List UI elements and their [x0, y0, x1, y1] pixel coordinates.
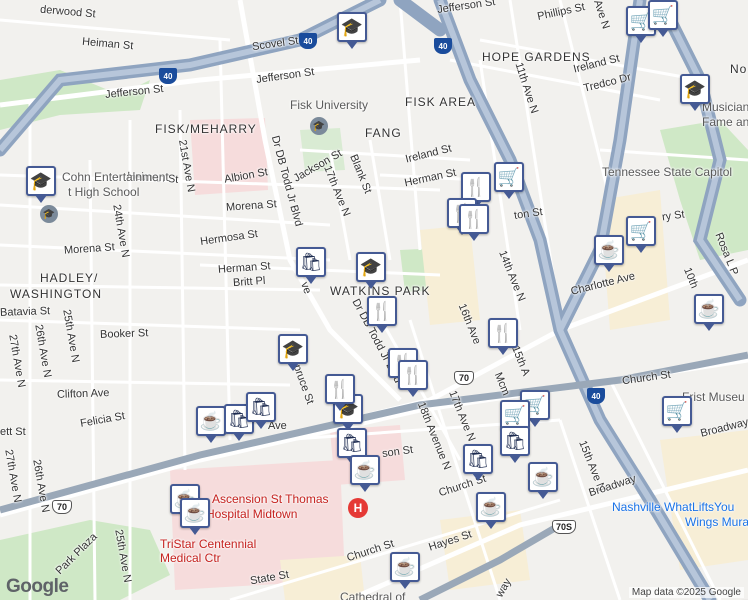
- shopping-marker-icon[interactable]: 🛍: [337, 428, 367, 465]
- poi-label-tristar-2[interactable]: Medical Ctr: [160, 551, 221, 565]
- shopping-marker-icon[interactable]: 🛍: [463, 444, 493, 481]
- interstate-shield: 40: [587, 388, 605, 404]
- grocery-marker-icon[interactable]: 🛒: [494, 162, 524, 199]
- poi-label-cathedral[interactable]: Cathedral of: [340, 590, 405, 600]
- hospital-icon[interactable]: H: [348, 498, 368, 518]
- cafe-marker-icon[interactable]: ☕: [594, 235, 624, 272]
- area-label-fang: FANG: [365, 126, 402, 140]
- restaurant-marker-icon[interactable]: 🍴: [367, 296, 397, 333]
- cafe-marker-icon[interactable]: ☕: [196, 406, 226, 443]
- poi-label-ascension-2[interactable]: Hospital Midtown: [206, 507, 297, 521]
- grocery-marker-icon[interactable]: 🛒: [648, 0, 678, 37]
- street-label: Clifton Ave: [56, 387, 110, 401]
- university-icon[interactable]: 🎓: [40, 205, 58, 223]
- school-marker-icon[interactable]: 🎓: [337, 12, 367, 49]
- poi-label-cohn-high-school[interactable]: t High School: [68, 185, 139, 199]
- school-marker-icon[interactable]: 🎓: [356, 252, 386, 289]
- interstate-shield: 40: [434, 38, 452, 54]
- poi-label-ascension[interactable]: Ascension St Thomas: [212, 492, 329, 506]
- area-label-fisk-meharry: FISK/MEHARRY: [155, 122, 257, 136]
- interstate-shield: 40: [159, 68, 177, 84]
- grocery-marker-icon[interactable]: 🛒: [662, 396, 692, 433]
- street-label: ett St: [0, 426, 26, 438]
- shopping-marker-icon[interactable]: 🛍: [246, 392, 276, 429]
- poi-label-fame[interactable]: Fame and M: [702, 115, 748, 129]
- shopping-marker-icon[interactable]: 🛍: [500, 426, 530, 463]
- map-canvas[interactable]: HOPE GARDENS FISK AREA FANG FISK/MEHARRY…: [0, 0, 748, 600]
- area-label-hadley: HADLEY/: [40, 271, 99, 285]
- map-attribution[interactable]: Map data ©2025 Google: [628, 587, 744, 598]
- street-label: Booker St: [99, 327, 149, 341]
- restaurant-marker-icon[interactable]: 🍴: [325, 374, 355, 411]
- cafe-marker-icon[interactable]: ☕: [350, 455, 380, 492]
- area-label-washington: WASHINGTON: [10, 287, 103, 301]
- university-icon[interactable]: 🎓: [310, 117, 328, 135]
- restaurant-marker-icon[interactable]: 🍴: [488, 318, 518, 355]
- school-marker-icon[interactable]: 🎓: [680, 74, 710, 111]
- school-marker-icon[interactable]: 🎓: [26, 166, 56, 203]
- us-route-shield: 70S: [552, 520, 576, 534]
- interstate-shield: 40: [299, 33, 317, 49]
- shopping-marker-icon[interactable]: 🛍: [296, 247, 326, 284]
- area-label-north: No: [730, 62, 748, 76]
- poi-label-tristar[interactable]: TriStar Centennial: [160, 537, 256, 551]
- poi-label-fisk-university[interactable]: Fisk University: [290, 98, 368, 112]
- area-label-fisk-area: FISK AREA: [405, 95, 477, 109]
- cafe-marker-icon[interactable]: ☕: [180, 498, 210, 535]
- google-logo: Google: [6, 576, 69, 597]
- street-label: Britt Pl: [232, 274, 266, 290]
- area-label-hope-gardens: HOPE GARDENS: [482, 50, 591, 64]
- street-label: Batavia St: [0, 305, 51, 319]
- poi-label-cohn-entertainment[interactable]: Cohn Entertainment: [62, 170, 169, 184]
- poi-label-tn-capitol[interactable]: Tennessee State Capitol: [602, 165, 732, 179]
- cafe-marker-icon[interactable]: ☕: [390, 552, 420, 589]
- school-marker-icon[interactable]: 🎓: [278, 334, 308, 371]
- poi-label-wings[interactable]: Wings Mura: [685, 515, 748, 529]
- restaurant-marker-icon[interactable]: 🍴: [398, 360, 428, 397]
- us-route-shield: 70: [52, 500, 72, 514]
- restaurant-marker-icon[interactable]: 🍴: [459, 204, 489, 241]
- cafe-marker-icon[interactable]: ☕: [528, 462, 558, 499]
- cafe-marker-icon[interactable]: ☕: [694, 294, 724, 331]
- us-route-shield: 70: [454, 371, 474, 385]
- poi-label-whatliftsyou[interactable]: Nashville WhatLiftsYou: [612, 500, 734, 514]
- cafe-marker-icon[interactable]: ☕: [476, 492, 506, 529]
- grocery-marker-icon[interactable]: 🛒: [626, 216, 656, 253]
